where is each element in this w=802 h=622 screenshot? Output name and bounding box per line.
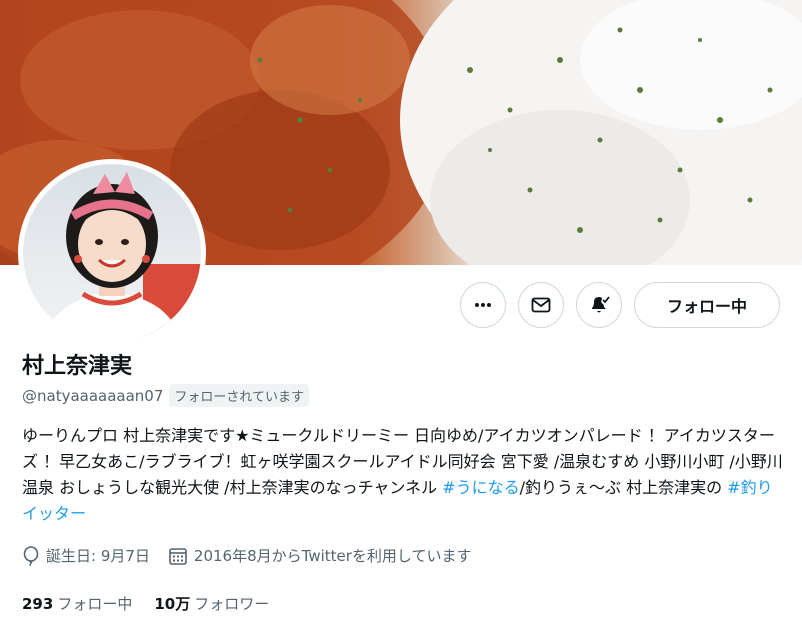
follows-you-badge: フォローされています [169, 384, 310, 407]
more-horizontal-icon [475, 303, 491, 307]
profile-handle: @natyaaaaaaan07 [22, 386, 164, 405]
birthday-text: 誕生日: 9月7日 [46, 547, 150, 565]
joined-item: 2016年8月からTwitterを利用しています [168, 545, 472, 566]
birthday-item: 誕生日: 9月7日 [22, 545, 150, 566]
following-link[interactable]: 293 フォロー中 [22, 593, 132, 614]
follow-stats: 293 フォロー中 10万 フォロワー [22, 593, 269, 614]
bio-text-2: /釣りうぇ～ぶ 村上奈津実の [519, 478, 728, 497]
more-button[interactable] [460, 282, 506, 328]
balloon-icon [23, 545, 39, 566]
profile-actions: フォロー中 [460, 282, 780, 328]
envelope-icon [531, 297, 551, 313]
following-button[interactable]: フォロー中 [634, 282, 780, 328]
hashtag-link-1[interactable]: #うになる [442, 478, 519, 497]
followers-count: 10万 [154, 595, 191, 613]
message-button[interactable] [518, 282, 564, 328]
followers-link[interactable]: 10万 フォロワー [154, 593, 269, 614]
bell-check-icon [592, 296, 610, 313]
calendar-icon [169, 547, 187, 565]
joined-text: 2016年8月からTwitterを利用しています [193, 547, 472, 565]
avatar[interactable] [23, 164, 201, 342]
notifications-button[interactable] [576, 282, 622, 328]
handle-row: @natyaaaaaaan07 フォローされています [22, 384, 310, 407]
following-count: 293 [22, 595, 54, 613]
profile-bio: ゆーりんプロ 村上奈津実です★ミュークルドリーミー 日向ゆめ/アイカツオンパレー… [22, 423, 784, 527]
followers-label: フォロワー [194, 595, 270, 613]
profile-name: 村上奈津実 [22, 354, 133, 379]
avatar-container[interactable] [18, 159, 206, 347]
following-label: フォロー中 [57, 595, 133, 613]
avatar-image [43, 172, 201, 342]
profile-meta: 誕生日: 9月7日 2016年8月からTwitterを利用しています [22, 545, 471, 566]
